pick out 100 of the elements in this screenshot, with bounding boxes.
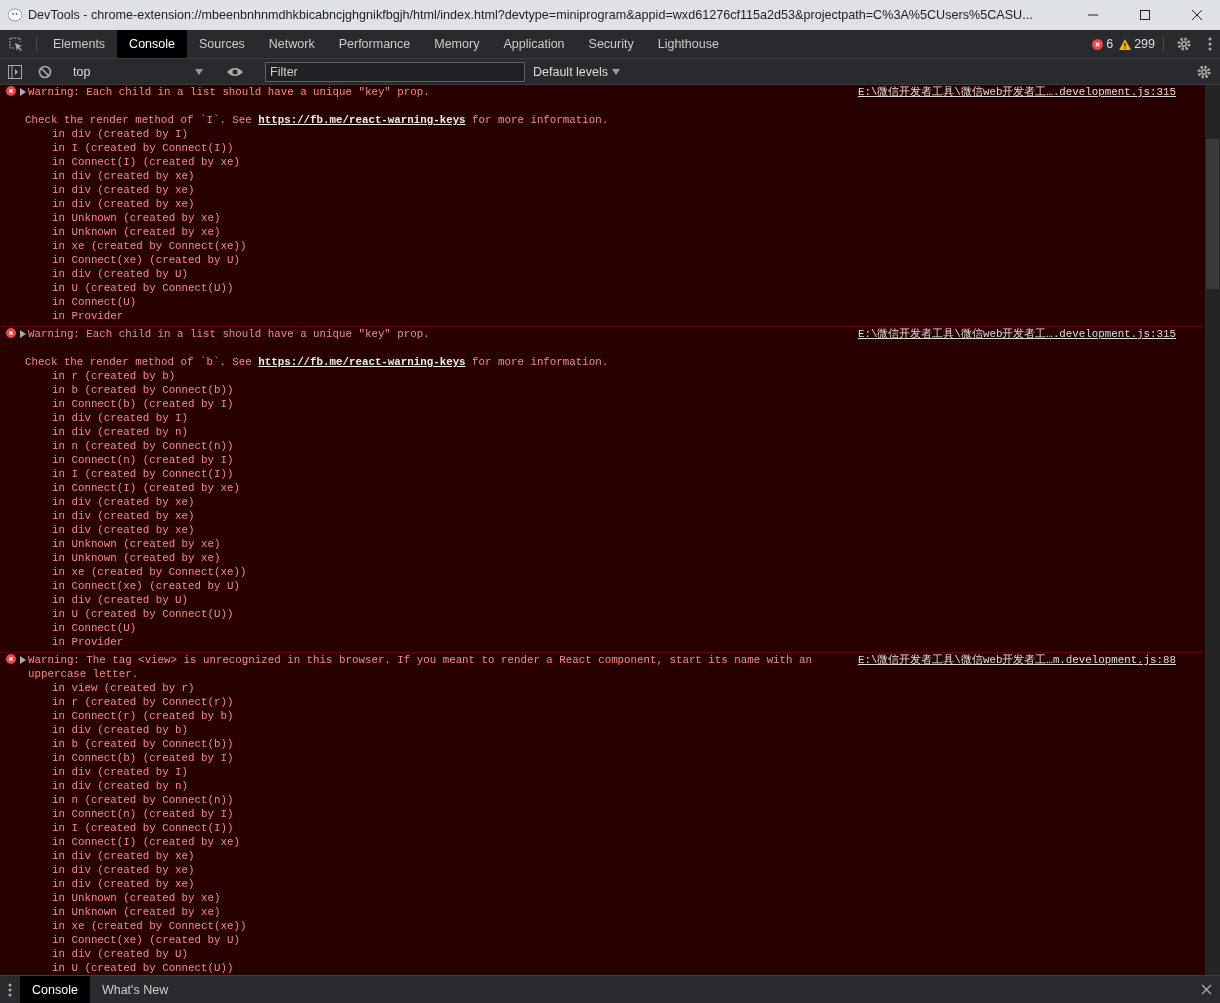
panel-tab[interactable]: Performance (326, 30, 423, 58)
stack-line: in U (created by Connect(U)) (52, 281, 235, 295)
error-icon (6, 654, 16, 664)
drawer-tab[interactable]: What's New (89, 976, 181, 1003)
panel-tab[interactable]: Elements (41, 30, 118, 58)
message-text: Warning: The tag <view> is unrecognized in this browser. If you meant to render a React component, start its name with an uppercase letter. (28, 653, 813, 681)
stack-line: in div (created by xe) (52, 183, 196, 197)
detail-text: Check the render method of `b`. See https://fb.me/react-warning-keys for more information. (25, 355, 610, 369)
stack-line: in Unknown (created by xe) (52, 905, 222, 919)
stack-line: in Connect(b) (created by I) (52, 397, 235, 411)
expand-icon[interactable] (20, 88, 26, 96)
stack-line: in Connect(I) (created by xe) (52, 481, 241, 495)
stack-line: in Connect(I) (created by xe) (52, 835, 241, 849)
stack-line: in div (created by U) (52, 947, 190, 961)
stack-line: in div (created by b) (52, 723, 190, 737)
source-link[interactable]: E:\微信开发者工具\微信web开发者工….development.js:315 (858, 327, 1176, 341)
more-icon (1208, 37, 1212, 51)
log-levels-dropdown[interactable]: Default levels (525, 64, 629, 79)
stack-line: in Unknown (created by xe) (52, 537, 222, 551)
warning-icon (1119, 38, 1132, 50)
error-count[interactable]: 6 (1092, 30, 1114, 58)
stack-line: in I (created by Connect(I)) (52, 821, 235, 835)
expand-icon[interactable] (20, 656, 26, 664)
settings-icon (1176, 36, 1192, 52)
docs-link[interactable]: https://fb.me/react-warning-keys (258, 114, 466, 126)
close-icon (1201, 984, 1212, 995)
eye-icon (226, 65, 244, 78)
stack-line: in div (created by xe) (52, 849, 196, 863)
stack-line: in div (created by xe) (52, 877, 196, 891)
stack-line: in r (created by Connect(r)) (52, 695, 235, 709)
close-icon (1191, 9, 1203, 21)
stack-line: in div (created by xe) (52, 863, 196, 877)
stack-line: in xe (created by Connect(xe)) (52, 919, 248, 933)
stack-line: in I (created by Connect(I)) (52, 467, 235, 481)
window-title: DevTools - chrome-extension://mbeenbnhnmdhkbicabncjghgnikfbgjh/html/index.html?devtype=miniprogram&appid=wxd61276cf115a2d53&projectpath=C%3A%5CUsers%5CASU... (28, 8, 1034, 22)
stack-line: in Provider (52, 309, 125, 323)
context-dropdown[interactable]: top (69, 60, 209, 83)
stack-line: in Connect(n) (created by I) (52, 453, 235, 467)
stack-line: in view (created by r) (52, 681, 196, 695)
maximize-icon (1139, 9, 1151, 21)
error-icon (6, 328, 16, 338)
stack-line: in Connect(U) (52, 621, 138, 635)
stack-line: in div (created by U) (52, 593, 190, 607)
stack-line: in n (created by Connect(n)) (52, 793, 235, 807)
stack-line: in Connect(xe) (created by U) (52, 579, 241, 593)
docs-link[interactable]: https://fb.me/react-warning-keys (258, 356, 466, 368)
stack-line: in n (created by Connect(n)) (52, 439, 235, 453)
expand-icon[interactable] (20, 330, 26, 338)
sidebar-icon (8, 64, 22, 79)
stack-line: in Unknown (created by xe) (52, 225, 222, 239)
source-link[interactable]: E:\微信开发者工具\微信web开发者工….development.js:315 (858, 85, 1176, 99)
stack-line: in div (created by xe) (52, 169, 196, 183)
stack-line: in Connect(xe) (created by U) (52, 253, 241, 267)
stack-line: in div (created by xe) (52, 197, 196, 211)
panel-tab[interactable]: Network (256, 30, 327, 58)
stack-line: in div (created by xe) (52, 509, 196, 523)
caret-icon (612, 68, 621, 75)
message-text: Warning: Each child in a list should have a unique "key" prop. (28, 327, 431, 341)
stack-line: in Connect(r) (created by b) (52, 709, 235, 723)
stack-line: in U (created by Connect(U)) (52, 961, 235, 975)
stack-line: in Connect(xe) (created by U) (52, 933, 241, 947)
filter-field[interactable]: Filter (265, 61, 525, 82)
stack-line: in div (created by I) (52, 127, 190, 141)
stack-line: in div (created by I) (52, 765, 190, 779)
panel-tab[interactable]: Console (117, 30, 187, 58)
error-icon (6, 86, 16, 96)
scrollbar-thumb[interactable] (1206, 139, 1219, 289)
error-icon (1092, 38, 1104, 50)
clear-icon (38, 64, 52, 79)
stack-line: in xe (created by Connect(xe)) (52, 239, 248, 253)
stack-line: in Unknown (created by xe) (52, 891, 222, 905)
panel-tab[interactable]: Security (576, 30, 646, 58)
stack-line: in Connect(b) (created by I) (52, 751, 235, 765)
stack-line: in div (created by U) (52, 267, 190, 281)
source-link[interactable]: E:\微信开发者工具\微信web开发者工…m.development.js:88 (858, 653, 1176, 667)
stack-line: in r (created by b) (52, 369, 177, 383)
cursor-icon (8, 36, 24, 52)
drawer-tab[interactable]: Console (20, 976, 90, 1003)
stack-line: in Provider (52, 635, 125, 649)
stack-line: in Connect(U) (52, 295, 138, 309)
stack-line: in xe (created by Connect(xe)) (52, 565, 248, 579)
panel-tab[interactable]: Lighthouse (645, 30, 731, 58)
settings-icon (1196, 63, 1212, 80)
stack-line: in div (created by n) (52, 779, 190, 793)
stack-line: in b (created by Connect(b)) (52, 737, 235, 751)
stack-line: in I (created by Connect(I)) (52, 141, 235, 155)
stack-line: in div (created by I) (52, 411, 190, 425)
stack-line: in Connect(n) (created by I) (52, 807, 235, 821)
panel-tab[interactable]: Application (491, 30, 577, 58)
stack-line: in div (created by n) (52, 425, 190, 439)
warning-count[interactable]: 299 (1119, 30, 1155, 58)
panel-tab[interactable]: Sources (187, 30, 257, 58)
app-icon (8, 8, 22, 22)
panel-tab[interactable]: Memory (422, 30, 492, 58)
detail-text: Check the render method of `I`. See https://fb.me/react-warning-keys for more information. (25, 113, 610, 127)
message-text: Warning: Each child in a list should have a unique "key" prop. (28, 85, 431, 99)
stack-line: in div (created by xe) (52, 495, 196, 509)
stack-line: in Unknown (created by xe) (52, 551, 222, 565)
stack-line: in U (created by Connect(U)) (52, 607, 235, 621)
stack-line: in b (created by Connect(b)) (52, 383, 235, 397)
